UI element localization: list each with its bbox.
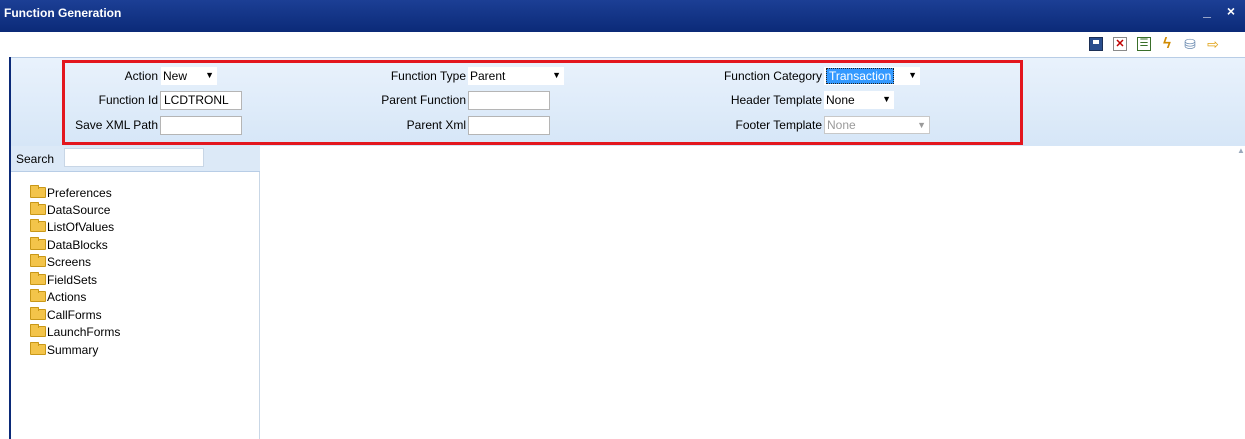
footer-template-field: Footer Template None ▼ <box>700 115 930 135</box>
scroll-up-icon[interactable]: ▲ <box>1237 146 1245 158</box>
save-xml-path-label: Save XML Path <box>75 118 158 132</box>
chevron-down-icon: ▼ <box>552 70 561 80</box>
tree-item-screens[interactable]: Screens <box>30 253 91 270</box>
tree-item-fieldsets[interactable]: FieldSets <box>30 271 97 288</box>
action-field: Action New ▼ <box>70 66 217 86</box>
parent-xml-input[interactable] <box>468 115 550 135</box>
folder-icon <box>30 185 46 198</box>
header-template-field: Header Template None ▼ <box>700 90 894 110</box>
folder-icon <box>30 289 46 302</box>
function-id-field: Function Id <box>70 90 242 110</box>
function-type-label: Function Type <box>390 69 466 83</box>
chevron-down-icon: ▼ <box>917 120 926 130</box>
footer-template-select: None ▼ <box>824 116 930 134</box>
save-xml-path-input[interactable] <box>160 115 242 135</box>
list-icon[interactable]: ☰ <box>1137 37 1151 51</box>
function-category-select[interactable]: Transaction ▼ <box>824 67 920 85</box>
save-xml-path-field: Save XML Path <box>70 115 242 135</box>
tree-item-datablocks[interactable]: DataBlocks <box>30 236 108 253</box>
function-id-input[interactable] <box>160 90 242 110</box>
toolbar: ✕ ☰ ϟ ⛁ ⇨ <box>0 32 1245 57</box>
save-icon[interactable] <box>1089 37 1103 51</box>
folder-icon <box>30 254 46 267</box>
function-category-label: Function Category <box>723 69 822 83</box>
parent-function-label: Parent Function <box>381 93 466 107</box>
tree-item-preferences[interactable]: Preferences <box>30 184 112 201</box>
parent-xml-field: Parent Xml <box>360 115 550 135</box>
search-input[interactable] <box>64 148 204 167</box>
tree-item-summary[interactable]: Summary <box>30 341 98 358</box>
function-type-select[interactable]: Parent ▼ <box>468 67 564 85</box>
search-label: Search <box>16 152 55 166</box>
window-controls[interactable]: _ × <box>1203 3 1241 19</box>
generate-icon[interactable]: ϟ <box>1160 36 1174 51</box>
function-id-label: Function Id <box>98 93 158 107</box>
chevron-down-icon: ▼ <box>908 70 917 80</box>
header-template-select[interactable]: None ▼ <box>824 91 894 109</box>
left-border <box>9 57 11 439</box>
footer-template-label: Footer Template <box>735 118 823 132</box>
action-label: Action <box>124 69 158 83</box>
exit-icon[interactable]: ⇨ <box>1206 37 1220 51</box>
folder-icon <box>30 219 46 232</box>
function-header-form: Action New ▼ Function Id Save XML Path F… <box>10 57 1245 147</box>
folder-icon <box>30 272 46 285</box>
folder-icon <box>30 202 46 215</box>
title-bar: Function Generation _ × <box>0 0 1245 32</box>
tree-item-launchforms[interactable]: LaunchForms <box>30 323 120 340</box>
folder-icon <box>30 342 46 355</box>
parent-xml-label: Parent Xml <box>406 118 466 132</box>
main-content-area: ▲ <box>261 146 1245 439</box>
parent-function-input[interactable] <box>468 90 550 110</box>
tree-item-listofvalues[interactable]: ListOfValues <box>30 218 114 235</box>
window-title: Function Generation <box>4 6 122 20</box>
parent-function-field: Parent Function <box>360 90 550 110</box>
deploy-icon[interactable]: ⛁ <box>1183 37 1197 51</box>
folder-icon <box>30 307 46 320</box>
folder-icon <box>30 237 46 250</box>
tree-item-actions[interactable]: Actions <box>30 288 86 305</box>
header-template-label: Header Template <box>730 93 822 107</box>
component-tree: Preferences DataSource ListOfValues Data… <box>10 172 260 439</box>
folder-icon <box>30 324 46 337</box>
search-bar: Search <box>10 146 260 172</box>
action-select[interactable]: New ▼ <box>161 67 217 85</box>
tree-item-datasource[interactable]: DataSource <box>30 201 110 218</box>
chevron-down-icon: ▼ <box>205 70 214 80</box>
close-icon[interactable]: ✕ <box>1113 37 1127 51</box>
function-type-field: Function Type Parent ▼ <box>360 66 564 86</box>
tree-item-callforms[interactable]: CallForms <box>30 306 102 323</box>
chevron-down-icon: ▼ <box>882 94 891 104</box>
function-category-field: Function Category Transaction ▼ <box>700 66 920 86</box>
